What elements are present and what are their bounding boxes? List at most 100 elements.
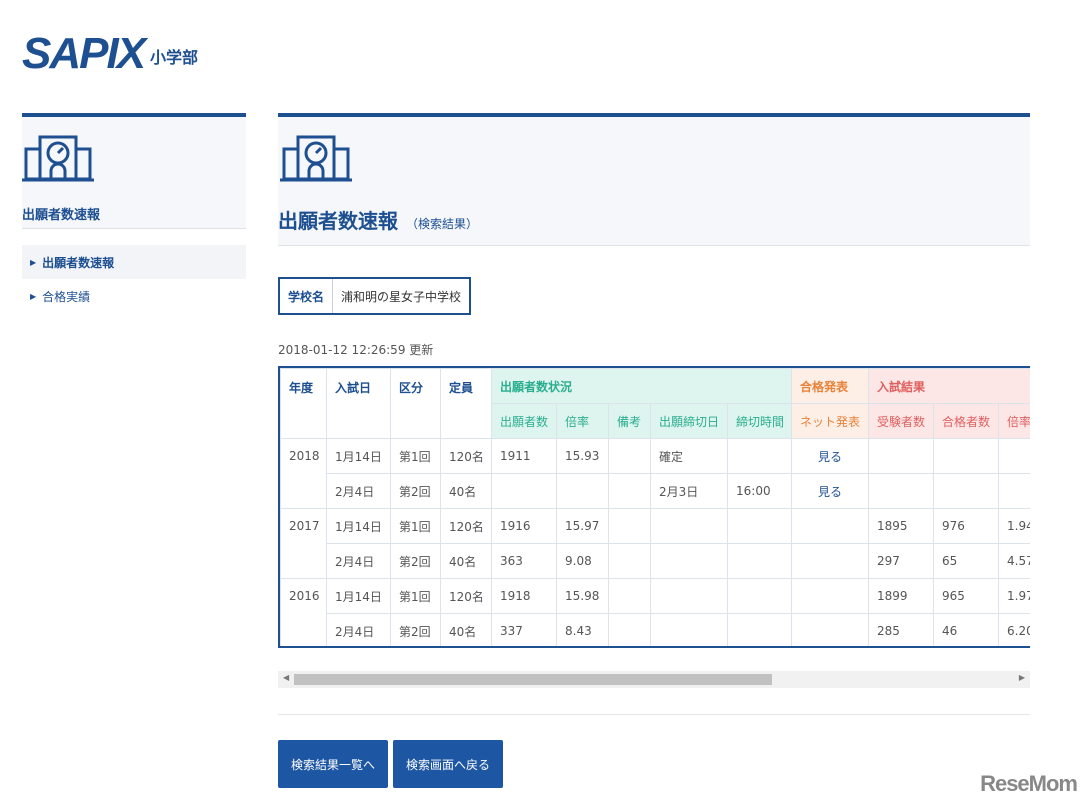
caret-right-icon: ▶	[30, 257, 37, 267]
school-label: 学校名	[280, 279, 334, 313]
table-row: 2月4日第2回40名3639.08 297654.57	[281, 543, 1030, 579]
table-cell: 2月4日	[326, 473, 391, 509]
table-cell: 1月14日	[326, 438, 391, 474]
table-cell: 2月4日	[326, 613, 391, 646]
table-cell: 40名	[440, 473, 492, 509]
table-cell: 第1回	[390, 438, 441, 474]
table-cell: 1.94	[998, 508, 1030, 544]
header-capacity: 定員	[440, 368, 492, 439]
divider	[278, 714, 1030, 715]
table-cell: 1月14日	[326, 578, 391, 614]
page-title-text: 出願者数速報	[278, 209, 398, 233]
table-cell: 16:00	[726, 473, 793, 509]
table-cell: 第2回	[390, 473, 441, 509]
table-cell: 40名	[440, 613, 492, 646]
scroll-right-icon[interactable]: ▶	[1019, 673, 1025, 682]
table-cell: 15.97	[556, 508, 609, 544]
horizontal-scrollbar[interactable]: ◀ ▶	[278, 671, 1030, 688]
table-cell: 46	[933, 613, 1000, 646]
table-cell: 965	[933, 578, 1000, 614]
table-cell	[791, 613, 870, 646]
sidebar-item-applicants[interactable]: ▶ 出願者数速報	[22, 245, 246, 279]
table-cell: 363	[491, 543, 557, 579]
table-cell: 4.57	[998, 543, 1030, 579]
table-row: 2月4日 第2回 40名 2月3日 16:00 見る	[281, 473, 1030, 509]
sapix-logo[interactable]: SAPIX 小学部	[22, 32, 199, 76]
table-cell	[791, 578, 870, 614]
view-announcement-link[interactable]: 見る	[791, 473, 870, 509]
back-to-search-button[interactable]: 検索画面へ戻る	[393, 740, 504, 788]
year-cell: 2018	[280, 438, 327, 509]
table-cell	[650, 543, 728, 579]
table-cell	[650, 578, 728, 614]
table-cell: 40名	[440, 543, 492, 579]
table-cell: 120名	[440, 578, 492, 614]
year-cell: 2017	[280, 508, 327, 579]
sidebar-title: 出願者数速報	[22, 208, 101, 223]
header-date: 入試日	[326, 368, 391, 439]
results-list-button[interactable]: 検索結果一覧へ	[278, 740, 389, 788]
table-cell: 120名	[440, 508, 492, 544]
subheader-cell: 合格者数	[933, 403, 1000, 439]
table-cell	[726, 508, 793, 544]
table-cell	[608, 578, 651, 614]
table-cell: 976	[933, 508, 1000, 544]
table-cell: 15.98	[556, 578, 609, 614]
caret-right-icon: ▶	[30, 291, 37, 301]
table-cell	[556, 473, 609, 509]
table-row: 20171月14日第1回120名191615.97 18959761.94	[280, 508, 1030, 579]
table-cell	[791, 543, 870, 579]
table-cell	[998, 438, 1030, 474]
main-content: 出願者数速報 （検索結果） 学校名 浦和明の星女子中学校 2018-01-12 1…	[278, 113, 1030, 788]
page-title: 出願者数速報 （検索結果）	[278, 205, 478, 234]
table-cell	[726, 613, 793, 646]
table-cell: 2月3日	[650, 473, 728, 509]
results-table-wrapper[interactable]: 年度 入試日 区分 定員 出願者数状況 合格発表 入試結果 出願者数 倍率 備考 出願…	[278, 366, 1030, 648]
table-row: 2月4日第2回40名3378.43 285466.20	[281, 613, 1030, 646]
table-cell	[726, 543, 793, 579]
table-cell	[608, 508, 651, 544]
table-cell	[998, 473, 1030, 509]
sidebar-item-label: 出願者数速報	[42, 255, 115, 270]
table-cell: 1.97	[998, 578, 1030, 614]
header-year: 年度	[280, 368, 327, 439]
sidebar-item-label: 合格実績	[42, 289, 91, 304]
table-cell	[608, 438, 651, 474]
scrollbar-thumb[interactable]	[294, 674, 772, 685]
page-subtitle: （検索結果）	[406, 217, 479, 231]
table-cell: 第2回	[390, 613, 441, 646]
year-cell: 2016	[280, 578, 327, 646]
table-cell: 15.93	[556, 438, 609, 474]
sidebar-header: 出願者数速報	[22, 113, 246, 229]
table-cell	[933, 473, 1000, 509]
scroll-left-icon[interactable]: ◀	[283, 673, 289, 682]
table-cell	[650, 613, 728, 646]
subheader-cell: 出願者数	[491, 403, 557, 439]
table-cell: 確定	[650, 438, 728, 474]
school-value: 浦和明の星女子中学校	[341, 289, 462, 304]
table-cell	[933, 438, 1000, 474]
page-header: 出願者数速報 （検索結果）	[278, 113, 1030, 246]
subheader-cell: 出願締切日	[650, 403, 728, 439]
view-announcement-link[interactable]: 見る	[791, 438, 870, 474]
table-cell	[650, 508, 728, 544]
results-table: 年度 入試日 区分 定員 出願者数状況 合格発表 入試結果 出願者数 倍率 備考 出願…	[280, 368, 1030, 646]
table-cell: 1月14日	[326, 508, 391, 544]
table-cell: 65	[933, 543, 1000, 579]
table-row: 20161月14日第1回120名191815.98 18999651.97	[280, 578, 1030, 646]
school-filter: 学校名 浦和明の星女子中学校	[278, 277, 472, 315]
table-cell: 第2回	[390, 543, 441, 579]
table-cell	[726, 578, 793, 614]
logo-division: 小学部	[150, 48, 199, 67]
table-cell: 8.43	[556, 613, 609, 646]
table-cell: 337	[491, 613, 557, 646]
table-cell: 285	[868, 613, 935, 646]
sidebar-item-results[interactable]: ▶ 合格実績	[22, 279, 246, 313]
table-cell	[726, 438, 793, 474]
table-cell: 1911	[491, 438, 557, 474]
table-cell: 1916	[491, 508, 557, 544]
table-cell: 2月4日	[326, 543, 391, 579]
subheader-cell: 倍率	[998, 403, 1030, 439]
subheader-cell: ネット発表	[791, 403, 870, 439]
table-cell: 1918	[491, 578, 557, 614]
